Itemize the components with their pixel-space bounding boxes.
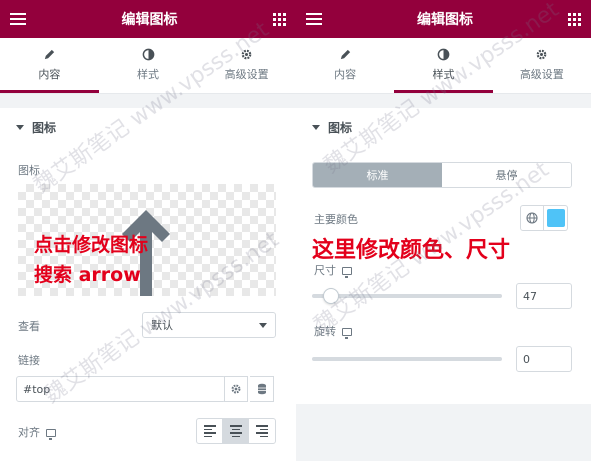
tab-advanced[interactable]: 高级设置 <box>493 38 591 93</box>
view-select-value: 默认 <box>151 319 173 332</box>
link-input[interactable]: #top <box>16 376 226 402</box>
rotate-input[interactable]: 0 <box>516 346 572 372</box>
tab-label: 高级设置 <box>519 68 564 81</box>
tab-label: 高级设置 <box>224 68 269 81</box>
annotation-click-change: 点击修改图标 <box>34 234 149 256</box>
tab-style[interactable]: 样式 <box>99 38 198 93</box>
database-icon <box>257 383 266 395</box>
tab-advanced[interactable]: 高级设置 <box>197 38 296 93</box>
gear-icon <box>239 46 255 62</box>
widgets-grid-icon[interactable] <box>273 12 286 26</box>
size-label-text: 尺寸 <box>314 264 336 277</box>
section-header-icon[interactable]: 图标 <box>296 112 591 142</box>
tab-label: 内容 <box>334 68 357 81</box>
view-label: 查看 <box>18 320 40 333</box>
gear-icon <box>534 46 550 62</box>
tab-content[interactable]: 内容 <box>296 38 394 93</box>
global-colors-button[interactable] <box>520 205 544 231</box>
align-right-button[interactable] <box>249 419 275 443</box>
right-editor-panel: 编辑图标 内容 样式 高级设置 图标 标准 悬停 主要颜色 这里修改颜色、尺寸 … <box>296 0 591 461</box>
align-left-button[interactable] <box>197 419 223 443</box>
primary-color-label: 主要颜色 <box>314 213 358 226</box>
top-bar: 编辑图标 <box>296 0 591 38</box>
globe-icon <box>526 212 538 224</box>
widgets-grid-icon[interactable] <box>568 12 581 26</box>
tab-label: 内容 <box>38 68 61 81</box>
align-label: 对齐 <box>18 424 56 440</box>
tab-hover[interactable]: 悬停 <box>442 163 571 187</box>
state-toggle: 标准 悬停 <box>312 162 572 188</box>
section-title: 图标 <box>32 120 57 135</box>
color-picker-button[interactable] <box>544 205 568 231</box>
align-center-button[interactable] <box>223 419 249 443</box>
top-bar: 编辑图标 <box>0 0 296 38</box>
rotate-label: 旋转 <box>314 323 352 339</box>
dynamic-tags-button[interactable] <box>250 376 274 402</box>
size-input[interactable]: 47 <box>516 283 572 309</box>
size-slider-handle[interactable] <box>323 288 339 304</box>
tab-label: 样式 <box>432 68 455 81</box>
contrast-icon <box>140 46 156 62</box>
tab-label: 样式 <box>137 68 159 81</box>
color-swatch <box>546 209 565 227</box>
tab-bar: 内容 样式 高级设置 <box>296 38 591 94</box>
size-slider-track[interactable] <box>312 294 502 298</box>
annotation-modify-color-size: 这里修改颜色、尺寸 <box>312 238 511 263</box>
chevron-down-icon <box>259 322 267 328</box>
tab-content[interactable]: 内容 <box>0 38 99 93</box>
pencil-icon <box>337 46 353 62</box>
menu-icon[interactable] <box>306 13 322 25</box>
caret-down-icon <box>16 124 24 130</box>
section-header-icon[interactable]: 图标 <box>0 112 296 142</box>
section-title: 图标 <box>328 120 353 135</box>
rotate-slider-track[interactable] <box>312 357 502 361</box>
desktop-icon[interactable] <box>342 267 352 278</box>
menu-icon[interactable] <box>10 13 26 25</box>
pencil-icon <box>41 46 57 62</box>
panel-title: 编辑图标 <box>121 12 178 28</box>
align-label-text: 对齐 <box>18 426 40 439</box>
dynamic-settings-button[interactable] <box>224 376 248 402</box>
panel-title: 编辑图标 <box>417 12 473 28</box>
icon-label: 图标 <box>18 164 40 177</box>
caret-down-icon <box>312 124 320 130</box>
align-button-group <box>196 418 276 444</box>
size-label: 尺寸 <box>314 262 352 278</box>
annotation-search: 搜索 arrow <box>34 264 141 286</box>
tab-bar: 内容 样式 高级设置 <box>0 38 296 94</box>
desktop-icon[interactable] <box>342 328 352 339</box>
tab-normal[interactable]: 标准 <box>313 163 442 187</box>
left-editor-panel: 编辑图标 内容 样式 高级设置 图标 图标 点击修改图标 搜索 arrow 查看… <box>0 0 296 461</box>
view-select[interactable]: 默认 <box>142 312 276 338</box>
contrast-icon <box>435 46 451 62</box>
tab-style[interactable]: 样式 <box>394 38 493 93</box>
desktop-icon[interactable] <box>46 429 56 440</box>
icon-preview[interactable]: 点击修改图标 搜索 arrow <box>18 184 276 296</box>
gear-icon <box>231 384 241 394</box>
rotate-label-text: 旋转 <box>314 325 336 338</box>
link-label: 链接 <box>18 354 40 367</box>
